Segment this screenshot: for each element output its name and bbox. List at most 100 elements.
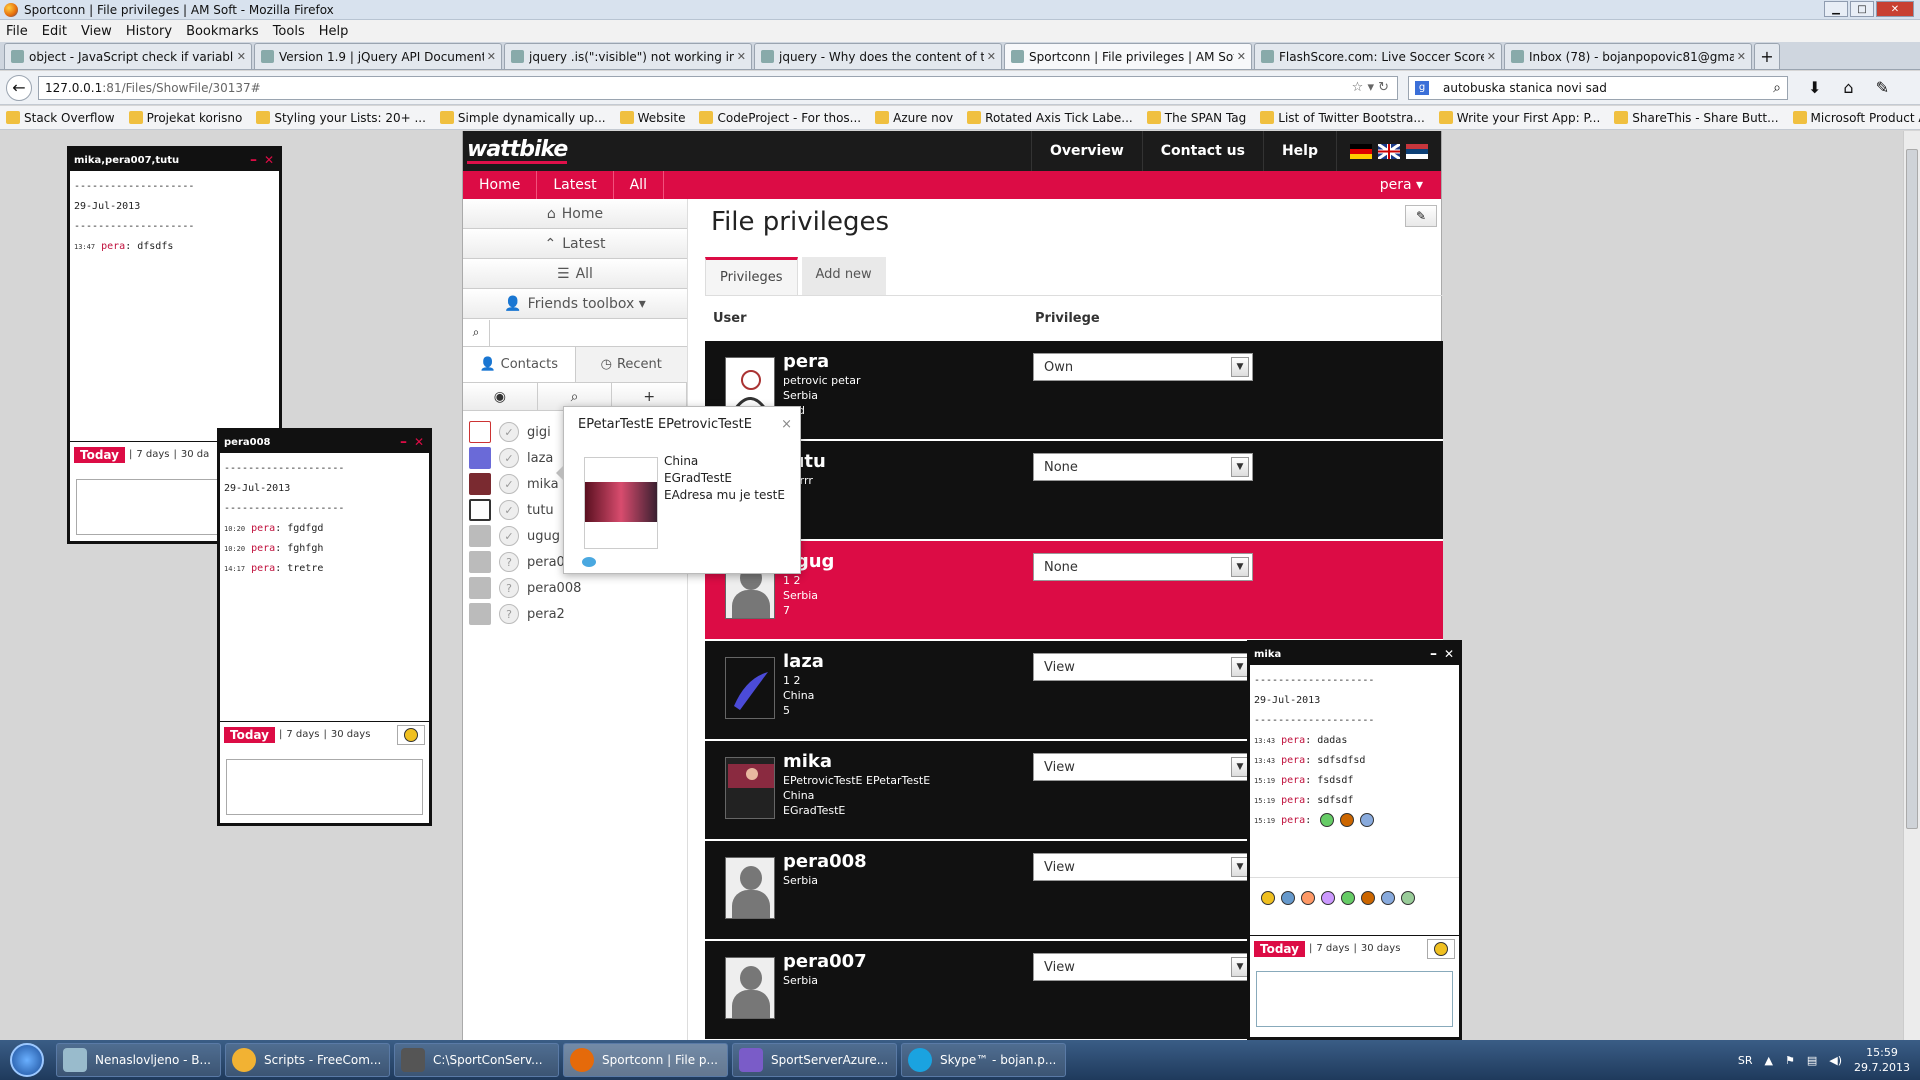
minimize-button[interactable]: ▁ xyxy=(1824,1,1848,17)
emoticon-icon[interactable] xyxy=(1381,890,1395,905)
menu-help[interactable]: Help xyxy=(319,24,349,39)
7-days-link[interactable]: 7 days xyxy=(136,449,169,460)
emoticon-icon[interactable] xyxy=(1281,890,1295,905)
subnav-latest[interactable]: Latest xyxy=(537,171,614,199)
30-days-link[interactable]: 30 days xyxy=(1361,943,1401,954)
globe-icon[interactable]: ◉ xyxy=(463,383,538,410)
bookmark-item[interactable]: ShareThis - Share Butt... xyxy=(1614,111,1779,125)
bookmark-item[interactable]: Stack Overflow xyxy=(6,111,115,125)
minimize-icon[interactable]: – xyxy=(400,434,407,450)
reload-icon[interactable]: ☆ ▾ ↻ xyxy=(1352,80,1389,95)
user-name[interactable]: pera007 xyxy=(783,951,1033,973)
taskbar-item[interactable]: C:\SportConServ... xyxy=(394,1043,559,1077)
taskbar-item[interactable]: Scripts - FreeCom... xyxy=(225,1043,390,1077)
close-tab-icon[interactable]: ✕ xyxy=(1237,50,1246,63)
minimize-icon[interactable]: – xyxy=(1430,646,1437,662)
privilege-select[interactable]: View ▼ xyxy=(1033,653,1253,681)
uk-flag-icon[interactable] xyxy=(1377,142,1401,160)
bookmark-item[interactable]: Rotated Axis Tick Labe... xyxy=(967,111,1133,125)
close-icon[interactable]: ✕ xyxy=(414,435,424,449)
30-days-link[interactable]: 30 days xyxy=(331,729,371,740)
subnav-all[interactable]: All xyxy=(614,171,664,199)
bookmark-item[interactable]: The SPAN Tag xyxy=(1146,111,1246,125)
menu-tools[interactable]: Tools xyxy=(273,24,305,39)
close-icon[interactable]: × xyxy=(781,417,792,432)
browser-tab[interactable]: jquery - Why does the content of this...… xyxy=(754,43,1002,69)
nav-overview[interactable]: Overview xyxy=(1031,131,1142,171)
emoticon-icon[interactable] xyxy=(1401,890,1415,905)
menu-edit[interactable]: Edit xyxy=(42,24,67,39)
tab-privileges[interactable]: Privileges xyxy=(705,257,798,295)
search-bar[interactable]: g autobuska stanica novi sad ⌕ xyxy=(1408,75,1788,100)
clock[interactable]: 15:59 29.7.2013 xyxy=(1854,1045,1910,1075)
emoticon-icon[interactable] xyxy=(1361,890,1375,905)
emoticon-icon[interactable] xyxy=(1301,890,1315,905)
taskbar-item[interactable]: SportServerAzure... xyxy=(732,1043,897,1077)
contact-item[interactable]: ? pera2 xyxy=(463,601,687,627)
today-button[interactable]: Today xyxy=(74,446,125,463)
tab-recent[interactable]: ◷ Recent xyxy=(575,347,687,382)
contact-search-input[interactable] xyxy=(489,319,687,346)
bookmark-item[interactable]: Website xyxy=(619,111,685,125)
contact-item[interactable]: ? pera008 xyxy=(463,575,687,601)
chat-bubble-icon[interactable] xyxy=(582,557,596,567)
privilege-select[interactable]: None ▼ xyxy=(1033,453,1253,481)
close-icon[interactable]: ✕ xyxy=(1444,647,1454,661)
bookmark-item[interactable]: Write your First App: P... xyxy=(1438,111,1600,125)
edit-button[interactable]: ✎ xyxy=(1405,205,1437,227)
menu-file[interactable]: File xyxy=(6,24,28,39)
menu-history[interactable]: History xyxy=(126,24,172,39)
close-tab-icon[interactable]: ✕ xyxy=(1737,50,1746,63)
user-name[interactable]: tutu xyxy=(783,451,1033,473)
maximize-button[interactable]: □ xyxy=(1850,1,1874,17)
close-window-button[interactable]: ✕ xyxy=(1876,1,1914,17)
bookmark-item[interactable]: Projekat korisno xyxy=(128,111,242,125)
bookmark-item[interactable]: List of Twitter Bootstra... xyxy=(1260,111,1425,125)
chat-input[interactable] xyxy=(1256,971,1453,1027)
volume-icon[interactable]: ◀) xyxy=(1829,1054,1842,1067)
search-icon[interactable]: ⌕ xyxy=(1773,80,1781,96)
minimize-icon[interactable]: – xyxy=(250,152,257,168)
menu-view[interactable]: View xyxy=(81,24,112,39)
browser-tab[interactable]: FlashScore.com: Live Soccer Scores, L...… xyxy=(1254,43,1502,69)
url-bar[interactable]: 127.0.0.1:81/Files/ShowFile/30137# ☆ ▾ ↻ xyxy=(38,75,1398,100)
close-tab-icon[interactable]: ✕ xyxy=(1487,50,1496,63)
tab-add-new[interactable]: Add new xyxy=(801,257,886,295)
close-tab-icon[interactable]: ✕ xyxy=(737,50,746,63)
close-tab-icon[interactable]: ✕ xyxy=(487,50,496,63)
home-icon[interactable]: ⌂ xyxy=(1843,78,1853,97)
nav-help[interactable]: Help xyxy=(1262,131,1336,171)
chat-input[interactable] xyxy=(226,759,423,815)
sidebar-home-button[interactable]: ⌂ Home xyxy=(463,199,687,229)
privilege-select[interactable]: View ▼ xyxy=(1033,953,1253,981)
sidebar-all-button[interactable]: ☰ All xyxy=(463,259,687,289)
back-button[interactable]: ← xyxy=(6,74,32,101)
download-icon[interactable]: ⬇ xyxy=(1808,78,1821,97)
user-menu[interactable]: pera ▾ xyxy=(1380,177,1423,193)
browser-tab-active[interactable]: Sportconn | File privileges | AM Soft ✕ xyxy=(1004,43,1252,69)
subnav-home[interactable]: Home xyxy=(463,171,538,199)
30-days-link[interactable]: 30 da xyxy=(181,449,209,460)
7-days-link[interactable]: 7 days xyxy=(286,729,319,740)
bookmark-item[interactable]: Microsoft Product Acti... xyxy=(1792,111,1920,125)
browser-tab[interactable]: object - JavaScript check if variable ex… xyxy=(4,43,252,69)
bookmark-item[interactable]: Styling your Lists: 20+ ... xyxy=(256,111,426,125)
smiley-icon[interactable] xyxy=(397,724,425,745)
wattbike-logo[interactable]: wattbike xyxy=(467,138,568,164)
menu-bookmarks[interactable]: Bookmarks xyxy=(186,24,259,39)
taskbar-item[interactable]: Skype™ - bojan.p... xyxy=(901,1043,1066,1077)
serbian-flag-icon[interactable] xyxy=(1406,143,1428,159)
tray-arrow-icon[interactable]: ▲ xyxy=(1765,1054,1773,1067)
browser-tab[interactable]: Inbox (78) - bojanpopovic81@gmail.c...✕ xyxy=(1504,43,1752,69)
bookmark-item[interactable]: Simple dynamically up... xyxy=(439,111,606,125)
emoticon-icon[interactable] xyxy=(1321,890,1335,905)
user-name[interactable]: pera008 xyxy=(783,851,1033,873)
privilege-select[interactable]: None ▼ xyxy=(1033,553,1253,581)
user-name[interactable]: mika xyxy=(783,751,1033,773)
privilege-select[interactable]: Own ▼ xyxy=(1033,353,1253,381)
emoticon-icon[interactable] xyxy=(1341,890,1355,905)
taskbar-item[interactable]: Sportconn | File p... xyxy=(563,1043,728,1077)
language-indicator[interactable]: SR xyxy=(1738,1054,1753,1067)
friends-toolbox-button[interactable]: 👤 Friends toolbox ▾ xyxy=(463,289,687,319)
close-icon[interactable]: ✕ xyxy=(264,153,274,167)
